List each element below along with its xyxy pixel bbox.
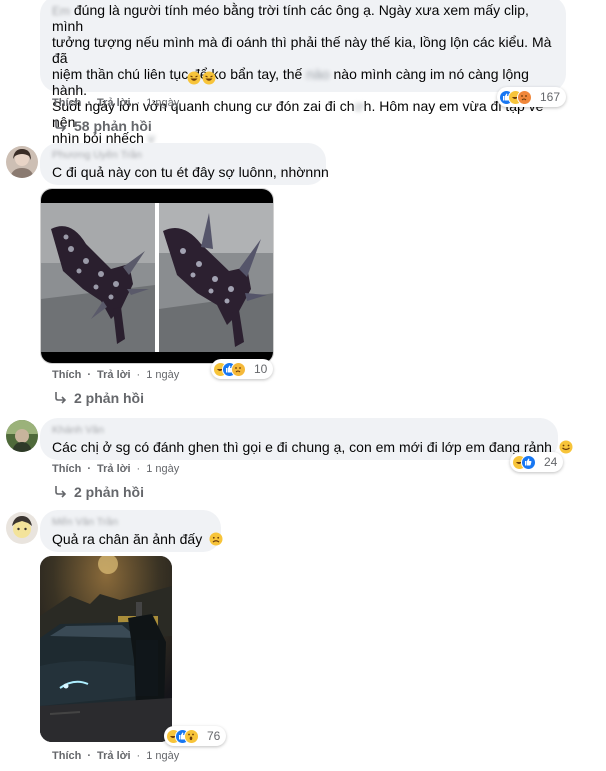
reaction-summary-2[interactable]: 10 <box>211 359 274 379</box>
like-button[interactable]: Thích <box>52 369 81 381</box>
avatar-2[interactable] <box>6 146 38 178</box>
reaction-count-1: 167 <box>540 90 561 104</box>
wow-icon <box>184 728 199 744</box>
like-button[interactable]: Thích <box>52 463 81 475</box>
comment-actions-3: Thích · Trả lời · 1 ngày <box>52 463 180 475</box>
comment-actions-1: Thích · Trả lời · 1 ngày <box>52 97 180 109</box>
reply-button[interactable]: Trả lời <box>97 750 131 762</box>
reply-arrow-icon <box>55 392 67 404</box>
sad-emoji-icon <box>209 532 223 546</box>
comment-photo-heels[interactable] <box>40 188 274 364</box>
commenter-name-1[interactable]: Em <box>52 4 70 18</box>
commenter-name-3[interactable]: Khánh Vân <box>52 423 104 437</box>
reply-button[interactable]: Trả lời <box>97 463 131 475</box>
reaction-summary-4[interactable]: 76 <box>164 726 227 746</box>
comment-photo-car[interactable] <box>40 556 172 742</box>
reply-arrow-icon <box>55 486 67 498</box>
comment-bubble-4: Mến Vân Trần Quả ra chân ăn ảnh đấy <box>40 510 223 552</box>
view-replies-1[interactable]: 58 phản hồi <box>54 118 152 134</box>
reply-arrow-icon <box>55 120 67 132</box>
comment-bubble-3: Khánh Vân Các chị ở sg có đánh ghen thì … <box>40 418 573 460</box>
reaction-count-2: 10 <box>254 362 268 376</box>
reaction-summary-1[interactable]: 167 <box>497 87 567 107</box>
laughing-emoji-icon <box>202 71 216 90</box>
commenter-name-2[interactable]: Phương Uyên Trần <box>52 148 142 162</box>
avatar-3[interactable] <box>6 420 38 452</box>
like-button[interactable]: Thích <box>52 750 81 762</box>
reply-button[interactable]: Trả lời <box>97 97 131 109</box>
like-icon <box>521 454 536 470</box>
comment-text-3: Các chị ở sg có đánh ghen thì gọi e đi c… <box>52 439 573 455</box>
reaction-count-3: 24 <box>544 455 558 469</box>
comment-time[interactable]: 1 ngày <box>146 369 179 381</box>
like-button[interactable]: Thích <box>52 97 81 109</box>
comment-time[interactable]: 1 ngày <box>146 97 179 109</box>
sad-icon <box>231 361 246 377</box>
comment-bubble-2: Phương Uyên Trần C đi quả này con tu ét … <box>40 143 329 185</box>
reply-button[interactable]: Trả lời <box>97 369 131 381</box>
sad-icon <box>517 89 532 105</box>
laughing-emoji-icon <box>187 71 201 90</box>
comment-text-2: C đi quả này con tu ét đây sợ luônn, nhờ… <box>52 164 329 180</box>
comment-time[interactable]: 1 ngày <box>146 750 179 762</box>
comment-time[interactable]: 1 ngày <box>146 463 179 475</box>
avatar-4[interactable] <box>6 512 38 544</box>
comment-text-4: Quả ra chân ăn ảnh đấy <box>52 531 223 547</box>
reaction-summary-3[interactable]: 24 <box>510 452 564 472</box>
commenter-name-4[interactable]: Mến Vân Trần <box>52 515 118 529</box>
view-replies-3[interactable]: 2 phản hồi <box>54 484 144 500</box>
comment-actions-2: Thích · Trả lời · 1 ngày <box>52 369 180 381</box>
comment-actions-4: Thích · Trả lời · 1 ngày <box>52 750 180 762</box>
reaction-count-4: 76 <box>207 729 221 743</box>
sweat-smile-emoji-icon <box>559 440 573 454</box>
comment-bubble-1: Em đúng là người tính méo bằng trời tính… <box>40 0 566 146</box>
view-replies-2[interactable]: 2 phản hồi <box>54 390 144 406</box>
